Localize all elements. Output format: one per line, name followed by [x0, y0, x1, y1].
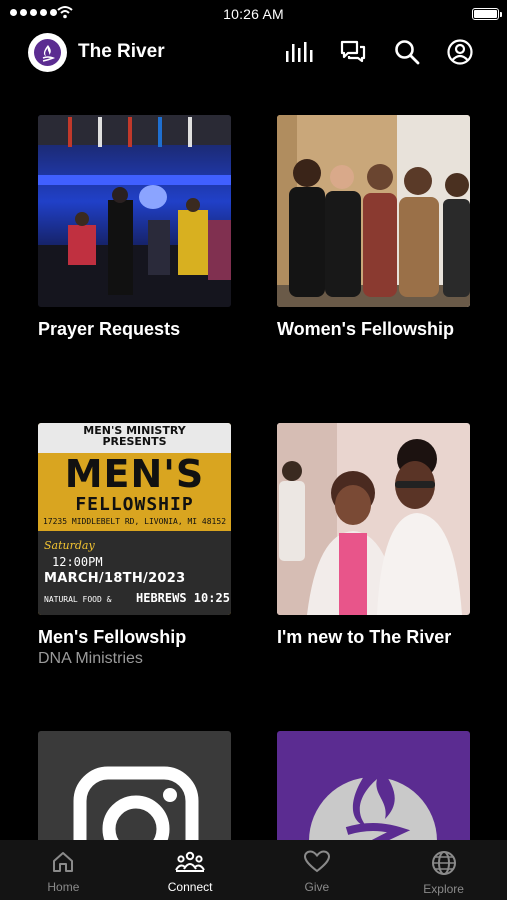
flyer-day: Saturday	[44, 539, 95, 552]
nav-connect[interactable]: Connect	[127, 840, 254, 900]
heart-icon	[303, 850, 330, 873]
status-bar: 10:26 AM	[0, 0, 507, 28]
messages-icon[interactable]	[339, 38, 367, 66]
flyer-date: MARCH/18TH/2023	[44, 571, 186, 586]
status-time: 10:26 AM	[223, 6, 284, 22]
flyer-heading: MEN'S	[64, 452, 205, 496]
card-womens-fellowship[interactable]: Women's Fellowship	[277, 115, 470, 341]
flyer-verse: HEBREWS 10:25	[136, 591, 230, 605]
new-to-river-image	[277, 423, 470, 615]
flyer-subheading: FELLOWSHIP	[75, 494, 194, 515]
card-new-to-the-river[interactable]: I'm new to The River	[277, 423, 470, 649]
card-title: Prayer Requests	[38, 319, 181, 339]
flyer-presents: PRESENTS	[102, 435, 167, 448]
people-icon	[175, 851, 205, 872]
flyer-time: 12:00PM	[52, 555, 103, 569]
card-prayer-requests[interactable]: Prayer Requests	[38, 115, 231, 341]
globe-icon	[431, 851, 456, 875]
womens-fellowship-image	[277, 115, 470, 307]
flyer-food: NATURAL FOOD &	[44, 595, 112, 604]
card-title: I'm new to The River	[277, 627, 452, 647]
card-title: Men's Fellowship	[38, 627, 187, 647]
nav-label: Give	[304, 880, 330, 894]
flame-icon	[42, 44, 55, 62]
nav-explore[interactable]: Explore	[380, 840, 507, 900]
app-title: The River	[78, 41, 165, 62]
nav-home[interactable]: Home	[0, 840, 127, 900]
battery-icon	[472, 8, 502, 20]
prayer-requests-image	[38, 115, 231, 307]
search-icon[interactable]	[393, 38, 421, 66]
card-subtitle: DNA Ministries	[38, 650, 143, 667]
card-mens-fellowship[interactable]: MEN'S MINISTRY PRESENTS MEN'S FELLOWSHIP…	[38, 423, 231, 668]
account-icon[interactable]	[446, 38, 474, 66]
nav-give[interactable]: Give	[254, 840, 381, 900]
audio-bars-icon[interactable]	[285, 38, 313, 66]
nav-label: Explore	[423, 882, 464, 896]
home-icon	[53, 852, 74, 872]
church-logo[interactable]	[28, 33, 67, 72]
flyer-address: 17235 MIDDLEBELT RD, LIVONIA, MI 48152	[42, 517, 227, 526]
nav-label: Connect	[167, 880, 213, 894]
nav-label: Home	[47, 880, 80, 894]
mens-fellowship-flyer: MEN'S MINISTRY PRESENTS MEN'S FELLOWSHIP…	[38, 423, 231, 615]
card-title: Women's Fellowship	[277, 319, 454, 339]
app-header: The River	[0, 30, 507, 76]
bottom-nav: Home Connect Give Explore	[0, 840, 507, 900]
